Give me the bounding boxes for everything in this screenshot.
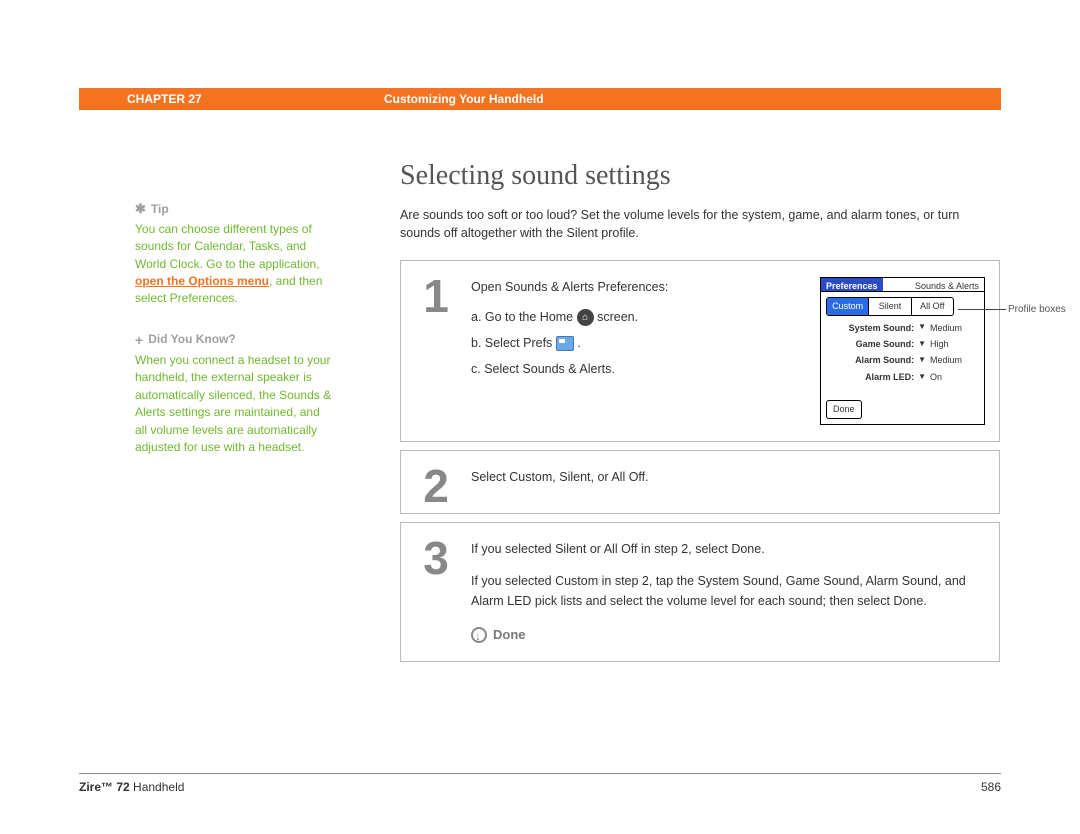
step-1b: b. Select Prefs .	[471, 333, 802, 353]
dyk-label: Did You Know?	[148, 331, 236, 348]
profile-tabs: Custom Silent All Off	[826, 297, 954, 315]
preferences-screenshot: Preferences Sounds & Alerts Custom Silen…	[820, 277, 985, 424]
star-icon: ✱	[135, 200, 146, 219]
tip-label-row: ✱ Tip	[135, 200, 335, 219]
callout-line	[958, 309, 1006, 310]
pref-title-left: Preferences	[821, 278, 883, 291]
prefs-icon	[556, 336, 574, 351]
tab-all-off[interactable]: All Off	[912, 298, 953, 314]
done-arrow-icon	[471, 627, 487, 643]
setting-row: System Sound: ▼ Medium	[827, 321, 978, 335]
chevron-down-icon[interactable]: ▼	[918, 371, 926, 384]
step-2-text: Select Custom, Silent, or All Off.	[471, 451, 999, 513]
product-name: Zire™ 72 Handheld	[79, 780, 184, 794]
tip-label: Tip	[151, 201, 169, 218]
setting-row: Game Sound: ▼ High	[827, 337, 978, 351]
setting-row: Alarm Sound: ▼ Medium	[827, 353, 978, 367]
step-3-number: 3	[401, 523, 471, 662]
done-label: Done	[493, 625, 526, 646]
tip-text: You can choose different types of sounds…	[135, 221, 335, 308]
tip-text-before: You can choose different types of sounds…	[135, 222, 320, 271]
main-content: Selecting sound settings Are sounds too …	[400, 160, 1000, 670]
plus-icon: +	[135, 330, 143, 350]
step-1-lead: Open Sounds & Alerts Preferences:	[471, 277, 802, 297]
chapter-title: Customizing Your Handheld	[384, 92, 544, 106]
step-3-body: If you selected Silent or All Off in ste…	[471, 523, 999, 662]
page-heading: Selecting sound settings	[400, 160, 1000, 192]
step-3: 3 If you selected Silent or All Off in s…	[400, 522, 1000, 663]
dyk-label-row: + Did You Know?	[135, 330, 335, 350]
sidebar: ✱ Tip You can choose different types of …	[135, 200, 335, 478]
tip-block: ✱ Tip You can choose different types of …	[135, 200, 335, 308]
chevron-down-icon[interactable]: ▼	[918, 338, 926, 351]
done-row: Done	[471, 625, 985, 646]
tab-custom[interactable]: Custom	[827, 298, 869, 314]
setting-row: Alarm LED: ▼ On	[827, 370, 978, 384]
did-you-know-block: + Did You Know? When you connect a heads…	[135, 330, 335, 457]
step-1-number: 1	[401, 261, 471, 440]
step-3-p2: If you selected Custom in step 2, tap th…	[471, 571, 985, 611]
tip-link[interactable]: open the Options menu	[135, 274, 269, 288]
callout-label: Profile boxes	[1008, 302, 1066, 318]
step-1a: a. Go to the Home ⌂ screen.	[471, 307, 802, 327]
step-2-number: 2	[401, 451, 471, 513]
pref-titlebar: Preferences Sounds & Alerts	[821, 278, 984, 292]
dyk-text: When you connect a headset to your handh…	[135, 352, 335, 456]
chapter-label: CHAPTER 27	[79, 92, 384, 106]
footer: Zire™ 72 Handheld 586	[79, 773, 1001, 794]
tab-silent[interactable]: Silent	[869, 298, 911, 314]
step-2: 2 Select Custom, Silent, or All Off.	[400, 450, 1000, 514]
home-icon: ⌂	[577, 309, 594, 326]
header-bar: CHAPTER 27 Customizing Your Handheld	[79, 88, 1001, 110]
step-3-p1: If you selected Silent or All Off in ste…	[471, 539, 985, 559]
pref-title-right: Sounds & Alerts	[883, 278, 984, 291]
chevron-down-icon[interactable]: ▼	[918, 321, 926, 334]
step-1-text: Open Sounds & Alerts Preferences: a. Go …	[471, 277, 802, 424]
page-number: 586	[981, 780, 1001, 794]
chevron-down-icon[interactable]: ▼	[918, 354, 926, 367]
intro-text: Are sounds too soft or too loud? Set the…	[400, 206, 1000, 242]
pref-done-button[interactable]: Done	[826, 400, 862, 418]
step-1: 1 Open Sounds & Alerts Preferences: a. G…	[400, 260, 1000, 441]
step-1c: c. Select Sounds & Alerts.	[471, 359, 802, 379]
settings-list: System Sound: ▼ Medium Game Sound: ▼ Hig…	[821, 321, 984, 393]
